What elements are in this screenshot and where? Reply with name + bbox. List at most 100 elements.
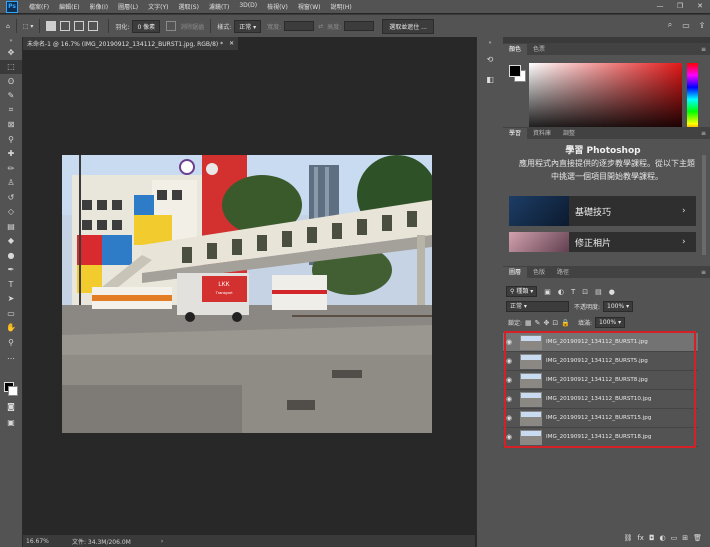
- close-button[interactable]: ✕: [690, 0, 710, 13]
- properties-panel-icon[interactable]: ◧: [477, 69, 503, 89]
- eraser-tool-icon[interactable]: ◇: [0, 205, 22, 220]
- add-selection-icon[interactable]: [60, 21, 71, 31]
- height-input[interactable]: [344, 21, 375, 31]
- hue-slider[interactable]: [687, 63, 698, 136]
- delete-layer-icon[interactable]: 🗑: [693, 534, 702, 542]
- menu-3d[interactable]: 3D(D): [234, 2, 262, 11]
- marquee-tool-icon[interactable]: ⬚: [0, 59, 22, 74]
- tab-adjustments[interactable]: 調整: [557, 128, 581, 139]
- screen-mode-icon[interactable]: ▣: [0, 415, 22, 430]
- path-selection-tool-icon[interactable]: ➤: [0, 292, 22, 307]
- tab-learn[interactable]: 學習: [503, 128, 528, 139]
- pen-tool-icon[interactable]: ✒: [0, 263, 22, 278]
- photoshop-logo-icon[interactable]: Ps: [6, 0, 18, 13]
- gradient-tool-icon[interactable]: ▤: [0, 219, 22, 234]
- menu-select[interactable]: 選取(S): [173, 2, 204, 11]
- pixel-filter-icon[interactable]: ▣: [544, 288, 551, 296]
- share-icon[interactable]: ⇪: [694, 21, 710, 30]
- shape-filter-icon[interactable]: ⊡: [582, 288, 588, 296]
- add-mask-icon[interactable]: ◘: [649, 534, 655, 542]
- layer-style-icon[interactable]: fx: [637, 534, 644, 542]
- canvas-area[interactable]: LKK Transport: [23, 51, 475, 534]
- swap-icon[interactable]: ⇄: [318, 23, 323, 30]
- marquee-preset-icon[interactable]: ⬚ ▾: [23, 23, 34, 30]
- home-icon[interactable]: ⌂: [6, 23, 10, 30]
- kind-filter-select[interactable]: ⚲ 種類 ▾: [506, 286, 538, 297]
- lock-transparent-icon[interactable]: ▦: [525, 319, 532, 327]
- crop-tool-icon[interactable]: ⌗: [0, 103, 22, 118]
- tab-libraries[interactable]: 資料庫: [527, 128, 557, 139]
- foreground-color-chip[interactable]: [509, 65, 521, 77]
- color-panel-menu-icon[interactable]: ≡: [695, 44, 710, 55]
- new-selection-icon[interactable]: [46, 21, 57, 31]
- feather-input[interactable]: 0 像素: [132, 19, 161, 33]
- tab-channels[interactable]: 色版: [527, 267, 551, 278]
- workspace-icon[interactable]: ▭: [678, 21, 694, 30]
- intersect-selection-icon[interactable]: [88, 21, 99, 31]
- background-color-swatch[interactable]: [8, 386, 18, 396]
- lock-all-icon[interactable]: 🔒: [561, 319, 570, 327]
- filter-toggle-icon[interactable]: ●: [609, 288, 615, 296]
- close-tab-icon[interactable]: ✕: [229, 40, 234, 47]
- tab-paths[interactable]: 路徑: [551, 267, 575, 278]
- canvas-image[interactable]: LKK Transport: [62, 155, 432, 433]
- smart-object-filter-icon[interactable]: ▤: [595, 288, 602, 296]
- fill-input[interactable]: 100% ▾: [595, 317, 626, 328]
- learn-panel-menu-icon[interactable]: ≡: [695, 128, 710, 139]
- clone-stamp-tool-icon[interactable]: ♙: [0, 176, 22, 191]
- opacity-input[interactable]: 100% ▾: [603, 301, 634, 312]
- style-select[interactable]: 正常 ▾: [234, 19, 262, 33]
- rectangle-tool-icon[interactable]: ▭: [0, 306, 22, 321]
- document-tab[interactable]: 未命名-1 @ 16.7% (IMG_20190912_134112_BURST…: [23, 37, 238, 50]
- zoom-tool-icon[interactable]: ⚲: [0, 335, 22, 350]
- quick-select-tool-icon[interactable]: ✎: [0, 89, 22, 104]
- lock-image-icon[interactable]: ✎: [535, 319, 541, 327]
- menu-help[interactable]: 說明(H): [326, 2, 357, 11]
- width-input[interactable]: [284, 21, 315, 31]
- type-tool-icon[interactable]: T: [0, 277, 22, 292]
- dock-collapse-icon[interactable]: «: [477, 37, 503, 49]
- tab-color[interactable]: 顏色: [503, 44, 528, 55]
- maximize-button[interactable]: ❐: [670, 0, 690, 13]
- history-brush-tool-icon[interactable]: ↺: [0, 190, 22, 205]
- eyedropper-tool-icon[interactable]: ⚲: [0, 132, 22, 147]
- zoom-readout[interactable]: 16.67%: [23, 538, 66, 545]
- lock-artboard-icon[interactable]: ⊡: [552, 319, 558, 327]
- menu-type[interactable]: 文字(Y): [143, 2, 173, 11]
- move-tool-icon[interactable]: ✥: [0, 45, 22, 60]
- lock-position-icon[interactable]: ✥: [544, 319, 550, 327]
- lasso-tool-icon[interactable]: ʘ: [0, 74, 22, 89]
- search-icon[interactable]: ⌕: [662, 20, 678, 30]
- menu-filter[interactable]: 濾鏡(T): [204, 2, 234, 11]
- minimize-button[interactable]: —: [650, 0, 670, 13]
- menu-image[interactable]: 影像(I): [85, 2, 113, 11]
- quick-mask-icon[interactable]: ◙: [0, 399, 22, 414]
- learn-scrollbar[interactable]: [702, 155, 706, 255]
- brush-tool-icon[interactable]: ✏: [0, 161, 22, 176]
- select-and-mask-button[interactable]: 選取並遮住 ...: [382, 18, 434, 34]
- blend-mode-select[interactable]: 正常 ▾: [506, 301, 569, 312]
- frame-tool-icon[interactable]: ⊠: [0, 118, 22, 133]
- healing-brush-tool-icon[interactable]: ✚: [0, 147, 22, 162]
- hand-tool-icon[interactable]: ✋: [0, 321, 22, 336]
- tab-swatches[interactable]: 色票: [527, 44, 551, 55]
- menu-edit[interactable]: 編輯(E): [54, 2, 84, 11]
- menu-window[interactable]: 視窗(W): [293, 2, 326, 11]
- new-layer-icon[interactable]: ⊞: [682, 534, 688, 542]
- toolbar-collapse-icon[interactable]: »: [0, 37, 22, 45]
- antialias-checkbox[interactable]: [166, 21, 177, 31]
- type-filter-icon[interactable]: T: [571, 288, 575, 296]
- status-menu-icon[interactable]: ›: [161, 538, 163, 545]
- link-layers-icon[interactable]: ⛓: [623, 534, 632, 542]
- new-group-icon[interactable]: ▭: [671, 534, 678, 542]
- menu-file[interactable]: 檔案(F): [24, 2, 54, 11]
- layers-panel-menu-icon[interactable]: ≡: [695, 267, 710, 278]
- blur-tool-icon[interactable]: ◆: [0, 234, 22, 249]
- menu-view[interactable]: 檢視(V): [262, 2, 293, 11]
- history-panel-icon[interactable]: ⟲: [477, 49, 503, 69]
- learn-card-fix-photos[interactable]: 修正相片 ›: [509, 232, 696, 252]
- color-picker-field[interactable]: [529, 63, 682, 136]
- dodge-tool-icon[interactable]: ●: [0, 248, 22, 263]
- learn-card-basics[interactable]: 基礎技巧 ›: [509, 196, 696, 226]
- menu-layer[interactable]: 圖層(L): [113, 2, 143, 11]
